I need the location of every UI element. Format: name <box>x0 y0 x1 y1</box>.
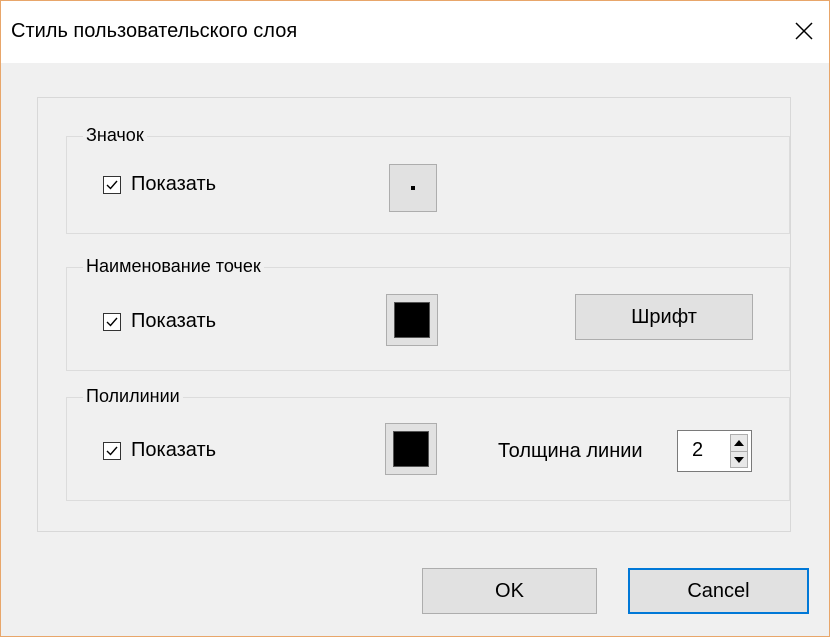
polylines-color-swatch <box>393 431 429 467</box>
spin-up-button[interactable] <box>731 435 747 452</box>
cancel-button[interactable]: Cancel <box>628 568 809 614</box>
polylines-group-title: Полилинии <box>83 384 183 408</box>
polylines-show-checkbox[interactable] <box>103 441 121 460</box>
point-names-color-swatch <box>394 302 430 338</box>
close-icon <box>795 22 813 40</box>
checkmark-icon <box>106 317 118 327</box>
point-names-show-checkbox[interactable] <box>103 312 121 331</box>
point-names-show-label: Показать <box>131 310 217 332</box>
point-names-group: Наименование точек Показать Шрифт <box>66 254 790 371</box>
point-names-group-title: Наименование точек <box>83 254 264 278</box>
dialog-title: Стиль пользовательского слоя <box>11 20 298 42</box>
point-names-show-checkbox-row[interactable]: Показать <box>103 310 216 333</box>
line-width-spin-buttons <box>730 434 748 468</box>
title-bar: Стиль пользовательского слоя <box>1 1 829 63</box>
symbol-show-checkbox-row[interactable]: Показать <box>103 173 216 196</box>
line-width-value[interactable]: 2 <box>692 439 703 462</box>
close-button[interactable] <box>783 7 825 55</box>
symbol-show-label: Показать <box>131 173 217 195</box>
font-button[interactable]: Шрифт <box>575 294 753 340</box>
arrow-up-icon <box>734 440 744 446</box>
polylines-show-checkbox-row[interactable]: Показать <box>103 439 216 462</box>
polylines-show-label: Показать <box>131 439 217 461</box>
polylines-color-button[interactable] <box>385 423 437 475</box>
ok-button[interactable]: OK <box>422 568 597 614</box>
arrow-down-icon <box>734 457 744 463</box>
symbol-picker-button[interactable] <box>389 164 437 212</box>
symbol-group-title: Значок <box>83 123 147 147</box>
checkmark-icon <box>106 446 118 456</box>
symbol-show-checkbox[interactable] <box>103 175 121 194</box>
symbol-group: Значок Показать <box>66 123 790 234</box>
checkmark-icon <box>106 180 118 190</box>
symbol-dot-icon <box>411 186 415 190</box>
point-names-color-button[interactable] <box>386 294 438 346</box>
line-width-spinner[interactable]: 2 <box>677 430 752 472</box>
line-width-label: Толщина линии <box>498 440 643 462</box>
spin-down-button[interactable] <box>731 452 747 468</box>
